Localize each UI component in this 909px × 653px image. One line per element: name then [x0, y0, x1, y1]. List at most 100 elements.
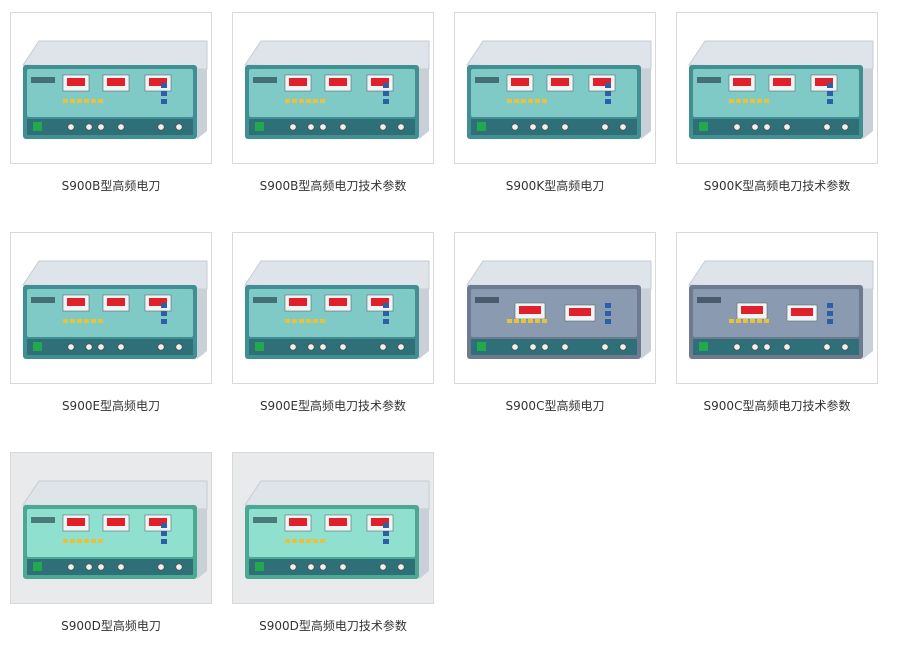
product-card[interactable]: S900C型高频电刀 — [454, 232, 656, 413]
panel-button — [507, 319, 512, 323]
product-caption[interactable]: S900E型高频电刀 — [10, 398, 212, 414]
socket-icon — [823, 343, 831, 351]
socket-icon — [319, 563, 327, 571]
control-panel — [693, 289, 859, 337]
product-caption[interactable]: S900D型高频电刀 — [10, 618, 212, 634]
product-caption[interactable]: S900B型高频电刀技术参数 — [232, 178, 434, 194]
product-thumbnail[interactable] — [10, 452, 212, 604]
socket-icon — [97, 343, 105, 351]
product-thumbnail[interactable] — [232, 232, 434, 384]
device-side — [197, 509, 207, 579]
socket-icon — [175, 563, 183, 571]
device-top — [244, 480, 430, 510]
product-card[interactable]: S900D型高频电刀技术参数 — [232, 452, 434, 633]
panel-button — [542, 99, 547, 103]
product-caption[interactable]: S900C型高频电刀 — [454, 398, 656, 414]
product-caption[interactable]: S900C型高频电刀技术参数 — [676, 398, 878, 414]
socket-strip — [27, 339, 193, 355]
socket-icon — [85, 343, 93, 351]
socket-icon — [117, 563, 125, 571]
panel-button — [77, 539, 82, 543]
control-panel — [471, 289, 637, 337]
product-card[interactable]: S900K型高频电刀 — [454, 12, 656, 193]
product-caption[interactable]: S900B型高频电刀 — [10, 178, 212, 194]
product-card[interactable]: S900C型高频电刀技术参数 — [676, 232, 878, 413]
led-readout — [289, 518, 307, 526]
socket-icon — [751, 123, 759, 131]
panel-button — [521, 319, 526, 323]
product-caption[interactable]: S900K型高频电刀技术参数 — [676, 178, 878, 194]
socket-icon — [601, 123, 609, 131]
device-top — [244, 260, 430, 290]
product-card[interactable]: S900B型高频电刀技术参数 — [232, 12, 434, 193]
product-caption[interactable]: S900K型高频电刀 — [454, 178, 656, 194]
socket-icon — [97, 563, 105, 571]
panel-button — [320, 319, 325, 323]
panel-button — [383, 83, 389, 88]
panel-button — [63, 319, 68, 323]
led-readout — [289, 78, 307, 86]
socket-icon — [823, 123, 831, 131]
panel-button — [98, 539, 103, 543]
product-thumbnail[interactable] — [454, 12, 656, 164]
socket-icon — [67, 563, 75, 571]
product-card[interactable]: S900E型高频电刀技术参数 — [232, 232, 434, 413]
panel-button — [63, 99, 68, 103]
device-illustration — [22, 480, 208, 579]
panel-button — [77, 319, 82, 323]
panel-button — [605, 99, 611, 104]
socket-icon — [85, 123, 93, 131]
socket-icon — [339, 343, 347, 351]
panel-button — [299, 539, 304, 543]
led-readout — [67, 298, 85, 306]
product-card[interactable]: S900K型高频电刀技术参数 — [676, 12, 878, 193]
product-thumbnail[interactable] — [232, 452, 434, 604]
device-top — [466, 260, 652, 290]
socket-icon — [157, 563, 165, 571]
socket-icon — [561, 123, 569, 131]
socket-icon — [379, 123, 387, 131]
panel-button — [320, 99, 325, 103]
product-thumbnail[interactable] — [232, 12, 434, 164]
panel-button — [750, 319, 755, 323]
product-thumbnail[interactable] — [676, 232, 878, 384]
product-thumbnail[interactable] — [454, 232, 656, 384]
socket-icon — [783, 123, 791, 131]
socket-strip — [471, 119, 637, 135]
socket-icon — [763, 343, 771, 351]
panel-button — [91, 99, 96, 103]
socket-icon — [733, 343, 741, 351]
product-caption[interactable]: S900D型高频电刀技术参数 — [232, 618, 434, 634]
panel-button — [743, 319, 748, 323]
panel-button — [299, 99, 304, 103]
device-illustration — [466, 260, 652, 359]
product-caption[interactable]: S900E型高频电刀技术参数 — [232, 398, 434, 414]
panel-button — [285, 99, 290, 103]
product-card[interactable]: S900B型高频电刀 — [10, 12, 212, 193]
socket-icon — [85, 563, 93, 571]
product-thumbnail[interactable] — [10, 232, 212, 384]
brand-label — [253, 77, 277, 83]
panel-button — [605, 83, 611, 88]
product-card[interactable]: S900E型高频电刀 — [10, 232, 212, 413]
led-readout — [773, 78, 791, 86]
socket-icon — [289, 563, 297, 571]
led-readout — [519, 306, 541, 314]
product-thumbnail[interactable] — [676, 12, 878, 164]
device-top — [22, 40, 208, 70]
socket-icon — [157, 343, 165, 351]
device-illustration — [22, 40, 208, 139]
socket-icon — [397, 343, 405, 351]
panel-button — [306, 319, 311, 323]
product-card[interactable]: S900D型高频电刀 — [10, 452, 212, 633]
panel-button — [70, 99, 75, 103]
socket-icon — [541, 343, 549, 351]
socket-icon — [561, 343, 569, 351]
panel-button — [383, 319, 389, 324]
socket-icon — [307, 123, 315, 131]
socket-strip — [249, 119, 415, 135]
socket-icon — [529, 343, 537, 351]
device-illustration — [688, 40, 874, 139]
product-thumbnail[interactable] — [10, 12, 212, 164]
panel-button — [161, 99, 167, 104]
